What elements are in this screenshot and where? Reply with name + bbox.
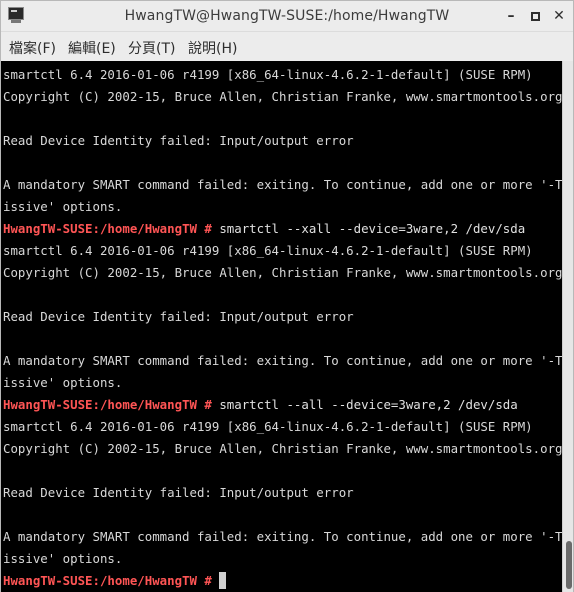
terminal-output-line: Read Device Identity failed: Input/outpu… xyxy=(3,485,354,500)
shell-command xyxy=(212,573,219,588)
terminal-output-line: issive' options. xyxy=(3,199,123,214)
terminal-output-line: Read Device Identity failed: Input/outpu… xyxy=(3,133,354,148)
close-button[interactable]: ✕ xyxy=(549,6,569,26)
terminal-output-line: issive' options. xyxy=(3,375,123,390)
menu-edit[interactable]: 編輯(E) xyxy=(68,38,116,58)
shell-command: smartctl --xall --device=3ware,2 /dev/sd… xyxy=(211,221,526,236)
shell-prompt: HwangTW-SUSE:/home/HwangTW # xyxy=(3,221,212,236)
terminal-output-line: smartctl 6.4 2016-01-06 r4199 [x86_64-li… xyxy=(3,419,533,434)
title-bar[interactable]: HwangTW@HwangTW-SUSE:/home/HwangTW – ✕ xyxy=(1,1,573,32)
terminal-output-line: smartctl 6.4 2016-01-06 r4199 [x86_64-li… xyxy=(3,67,533,82)
menu-tabs[interactable]: 分頁(T) xyxy=(128,38,175,58)
terminal-output-line: A mandatory SMART command failed: exitin… xyxy=(3,353,562,368)
terminal-output-line: A mandatory SMART command failed: exitin… xyxy=(3,529,562,544)
terminal-output-line: smartctl 6.4 2016-01-06 r4199 [x86_64-li… xyxy=(3,243,533,258)
menu-file[interactable]: 檔案(F) xyxy=(9,38,56,58)
window-title: HwangTW@HwangTW-SUSE:/home/HwangTW xyxy=(124,8,450,24)
minimize-button[interactable]: – xyxy=(501,6,521,26)
terminal-output-line: Copyright (C) 2002-15, Bruce Allen, Chri… xyxy=(3,441,562,456)
terminal-output-line: A mandatory SMART command failed: exitin… xyxy=(3,177,562,192)
terminal-output-line: issive' options. xyxy=(3,551,123,566)
terminal-command-line: HwangTW-SUSE:/home/HwangTW # smartctl --… xyxy=(3,218,525,240)
vertical-scrollbar[interactable] xyxy=(562,61,573,592)
menu-help[interactable]: 說明(H) xyxy=(188,38,237,58)
menu-bar: 檔案(F) 編輯(E) 分頁(T) 說明(H) xyxy=(1,32,573,60)
maximize-icon xyxy=(530,11,540,21)
terminal-command-line: HwangTW-SUSE:/home/HwangTW # xyxy=(3,570,227,592)
text-cursor xyxy=(219,572,227,589)
terminal-output-line: Read Device Identity failed: Input/outpu… xyxy=(3,309,354,324)
terminal-output[interactable]: smartctl 6.4 2016-01-06 r4199 [x86_64-li… xyxy=(1,61,562,592)
shell-command: smartctl --all --device=3ware,2 /dev/sda xyxy=(211,397,518,412)
scrollbar-thumb[interactable] xyxy=(566,541,572,589)
maximize-button[interactable] xyxy=(525,6,545,26)
shell-prompt: HwangTW-SUSE:/home/HwangTW # xyxy=(3,397,212,412)
terminal-window: HwangTW@HwangTW-SUSE:/home/HwangTW – ✕ 檔… xyxy=(0,0,574,592)
terminal-command-line: HwangTW-SUSE:/home/HwangTW # smartctl --… xyxy=(3,394,518,416)
shell-prompt: HwangTW-SUSE:/home/HwangTW # xyxy=(3,573,212,588)
terminal-output-line: Copyright (C) 2002-15, Bruce Allen, Chri… xyxy=(3,265,562,280)
terminal-output-line: Copyright (C) 2002-15, Bruce Allen, Chri… xyxy=(3,89,562,104)
